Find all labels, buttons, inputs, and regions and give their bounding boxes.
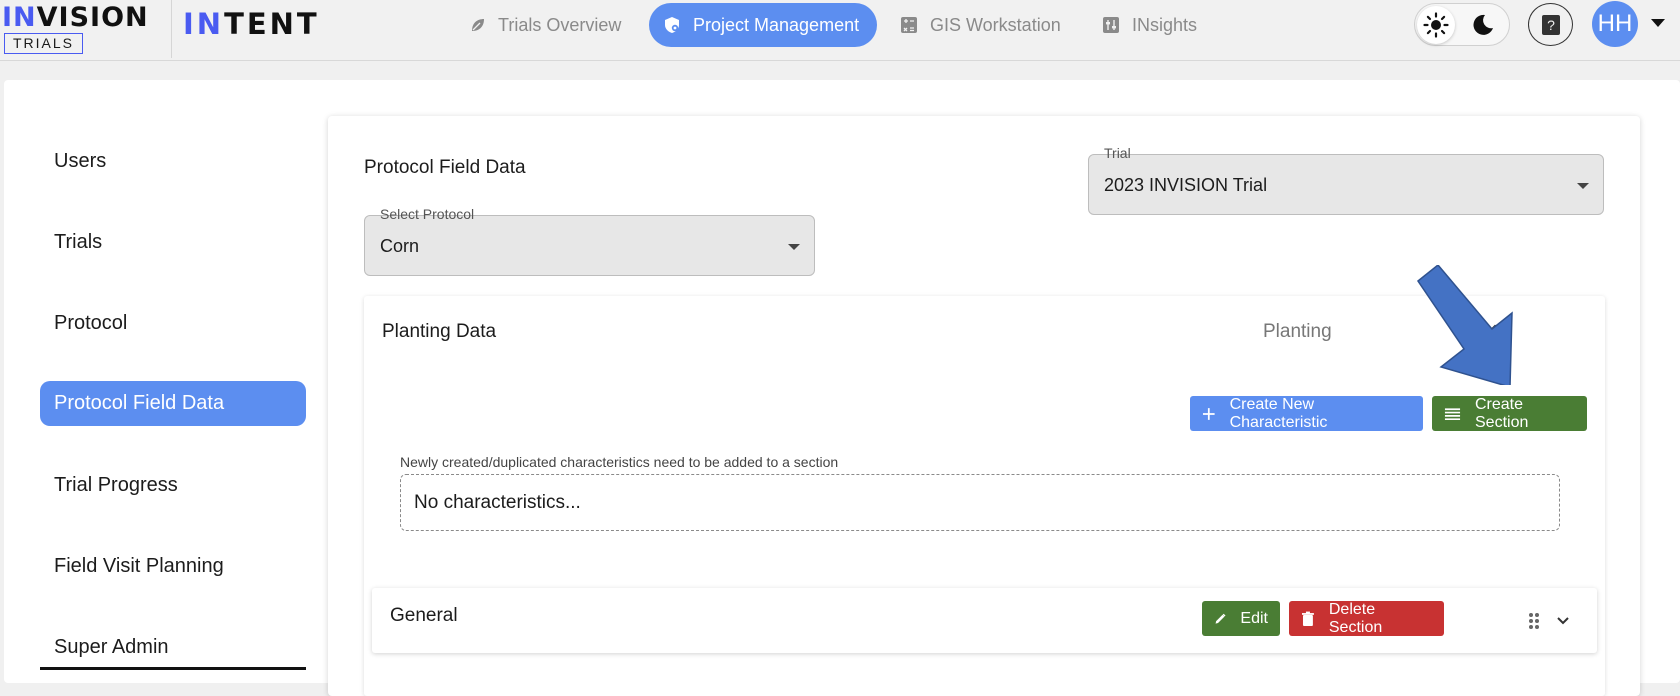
calculator-icon — [901, 17, 917, 33]
plus-icon — [1202, 407, 1215, 420]
svg-text:?: ? — [1547, 17, 1555, 33]
annotation-arrow — [1416, 265, 1513, 385]
tab-label: Trials Overview — [498, 14, 622, 35]
create-section-button[interactable]: Create Section — [1432, 396, 1587, 431]
protocol-select-value: Corn — [380, 236, 420, 256]
tab-label: INsights — [1132, 14, 1198, 35]
trial-select[interactable]: Trial 2023 INVISION Trial — [1088, 145, 1604, 215]
light-mode-button[interactable] — [1417, 6, 1455, 44]
trials-logo-tag: TRIALS — [4, 33, 84, 54]
characteristics-hint: Newly created/duplicated characteristics… — [400, 454, 839, 470]
delete-section-button[interactable]: Delete Section — [1289, 601, 1444, 636]
sliders-icon — [1103, 17, 1119, 33]
help-button[interactable]: ? — [1528, 3, 1573, 46]
tab-label: Project Management — [693, 14, 860, 35]
pencil-icon — [1215, 613, 1226, 624]
drag-handle-icon[interactable] — [1528, 612, 1540, 630]
trial-select-value: 2023 INVISION Trial — [1104, 175, 1268, 195]
invision-logo-word: INVISION — [2, 2, 149, 33]
accordion-title[interactable]: Planting Data — [382, 321, 496, 343]
moon-icon — [1473, 14, 1493, 35]
avatar[interactable]: HH — [1592, 1, 1638, 47]
tab-insights[interactable]: INsights — [1102, 3, 1197, 47]
sidebar-item-trials[interactable]: Trials — [40, 220, 306, 265]
intent-logo[interactable]: INTENT — [183, 7, 320, 41]
list-icon — [1444, 407, 1461, 420]
caret-down-icon — [788, 244, 800, 250]
protocol-select-label: Select Protocol — [377, 206, 478, 222]
tab-label: GIS Workstation — [930, 14, 1061, 35]
sidebar-item-trial-progress[interactable]: Trial Progress — [40, 463, 306, 508]
create-new-characteristic-button[interactable]: Create New Characteristic — [1190, 396, 1423, 431]
button-label: Delete Section — [1328, 600, 1383, 636]
protocol-select[interactable]: Select Protocol Corn — [364, 206, 815, 276]
caret-down-icon — [1577, 183, 1589, 189]
sidebar-scroll-divider — [40, 667, 306, 670]
leaf-icon — [472, 19, 484, 31]
page-title: Protocol Field Data — [364, 157, 526, 178]
section-title: General — [390, 605, 458, 626]
section-general[interactable]: General Edit Delete Section — [372, 588, 1597, 653]
tab-project-management[interactable]: Project Management — [649, 3, 878, 47]
dark-mode-button[interactable] — [1470, 12, 1496, 38]
edit-section-button[interactable]: Edit — [1202, 601, 1280, 636]
unassigned-characteristics-dropzone[interactable]: No characteristics... — [400, 474, 1560, 531]
sidebar-item-users[interactable]: Users — [40, 139, 306, 184]
empty-characteristics-text: No characteristics... — [414, 492, 581, 513]
help-icon: ? — [1541, 14, 1560, 35]
button-label: Create New Characteristic — [1229, 395, 1328, 431]
button-label: Create Section — [1475, 395, 1529, 431]
sidebar-item-protocol-field-data[interactable]: Protocol Field Data — [40, 381, 306, 426]
invision-trials-logo[interactable]: INVISION TRIALS — [2, 0, 172, 58]
top-bar: INVISION TRIALS INTENT Trials Overview P… — [0, 0, 1680, 61]
tab-trials-overview[interactable]: Trials Overview — [470, 3, 621, 47]
theme-toggle[interactable] — [1414, 3, 1510, 46]
sidebar-item-protocol[interactable]: Protocol — [40, 301, 306, 346]
tab-gis-workstation[interactable]: GIS Workstation — [900, 3, 1061, 47]
trash-icon — [1301, 611, 1314, 626]
accordion-category: Planting — [1263, 321, 1332, 342]
protocol-field-data-panel: Protocol Field Data Trial 2023 INVISION … — [328, 116, 1640, 696]
sun-icon — [1423, 12, 1449, 38]
button-label: Edit — [1240, 609, 1268, 627]
sidebar-item-field-visit-planning[interactable]: Field Visit Planning — [40, 544, 306, 589]
chevron-down-icon[interactable] — [1555, 613, 1571, 629]
chevron-down-icon[interactable] — [1649, 17, 1667, 29]
trial-select-label: Trial — [1101, 145, 1134, 161]
shield-gear-icon — [665, 17, 679, 33]
sidebar-item-super-admin[interactable]: Super Admin — [40, 625, 306, 670]
